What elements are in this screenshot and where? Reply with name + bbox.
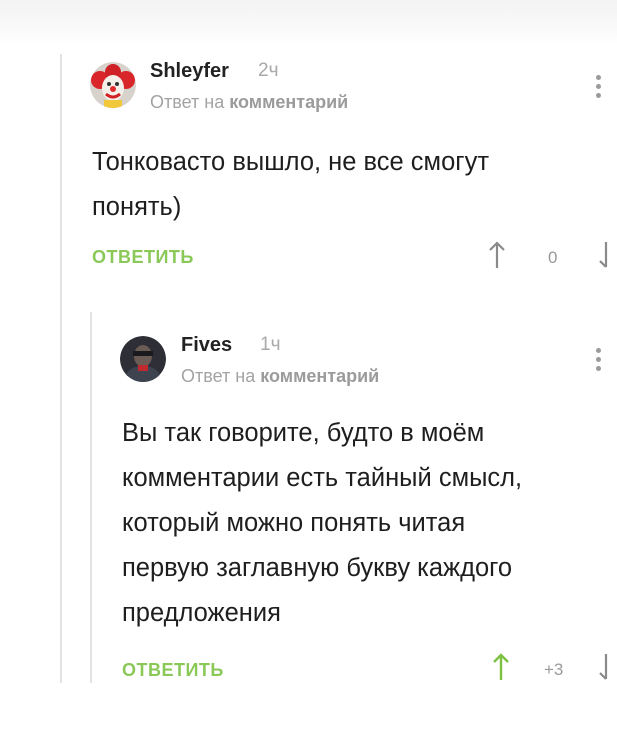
comment-author[interactable]: Fives (181, 334, 232, 357)
reply-to-line: Ответ на комментарий (181, 366, 379, 387)
arrow-up-icon (493, 653, 509, 680)
upvote-button[interactable] (491, 652, 511, 687)
bottom-blank-area (0, 683, 617, 745)
comment-body-line: Вы так говорите, будто в моём (122, 419, 485, 447)
reply-button[interactable]: ОТВЕТИТЬ (122, 660, 224, 681)
comment-menu-icon[interactable] (596, 348, 602, 374)
comment-score: +3 (544, 660, 564, 679)
avatar[interactable] (120, 336, 166, 382)
comment-thread-page: Shleyfer 2ч Ответ на комментарий Тонкова… (0, 0, 617, 745)
comment-fives: Fives 1ч Ответ на комментарий Вы так гов… (0, 0, 617, 690)
reply-to-link[interactable]: комментарий (260, 366, 379, 386)
person-avatar-icon (120, 336, 166, 382)
comment-body-line: предложения (122, 599, 281, 627)
downvote-button[interactable] (598, 652, 614, 687)
comment-body-line: комментарии есть тайный смысл, (122, 464, 523, 492)
comment-time: 1ч (260, 334, 281, 355)
reply-to-prefix: Ответ на (181, 366, 261, 386)
comment-body-line: который можно понять читая (122, 509, 466, 537)
comment-body: Вы так говорите, будто в моём комментари… (122, 411, 617, 636)
arrow-down-icon (599, 654, 608, 680)
comment-body-line: первую заглавную букву каждого (122, 554, 513, 582)
